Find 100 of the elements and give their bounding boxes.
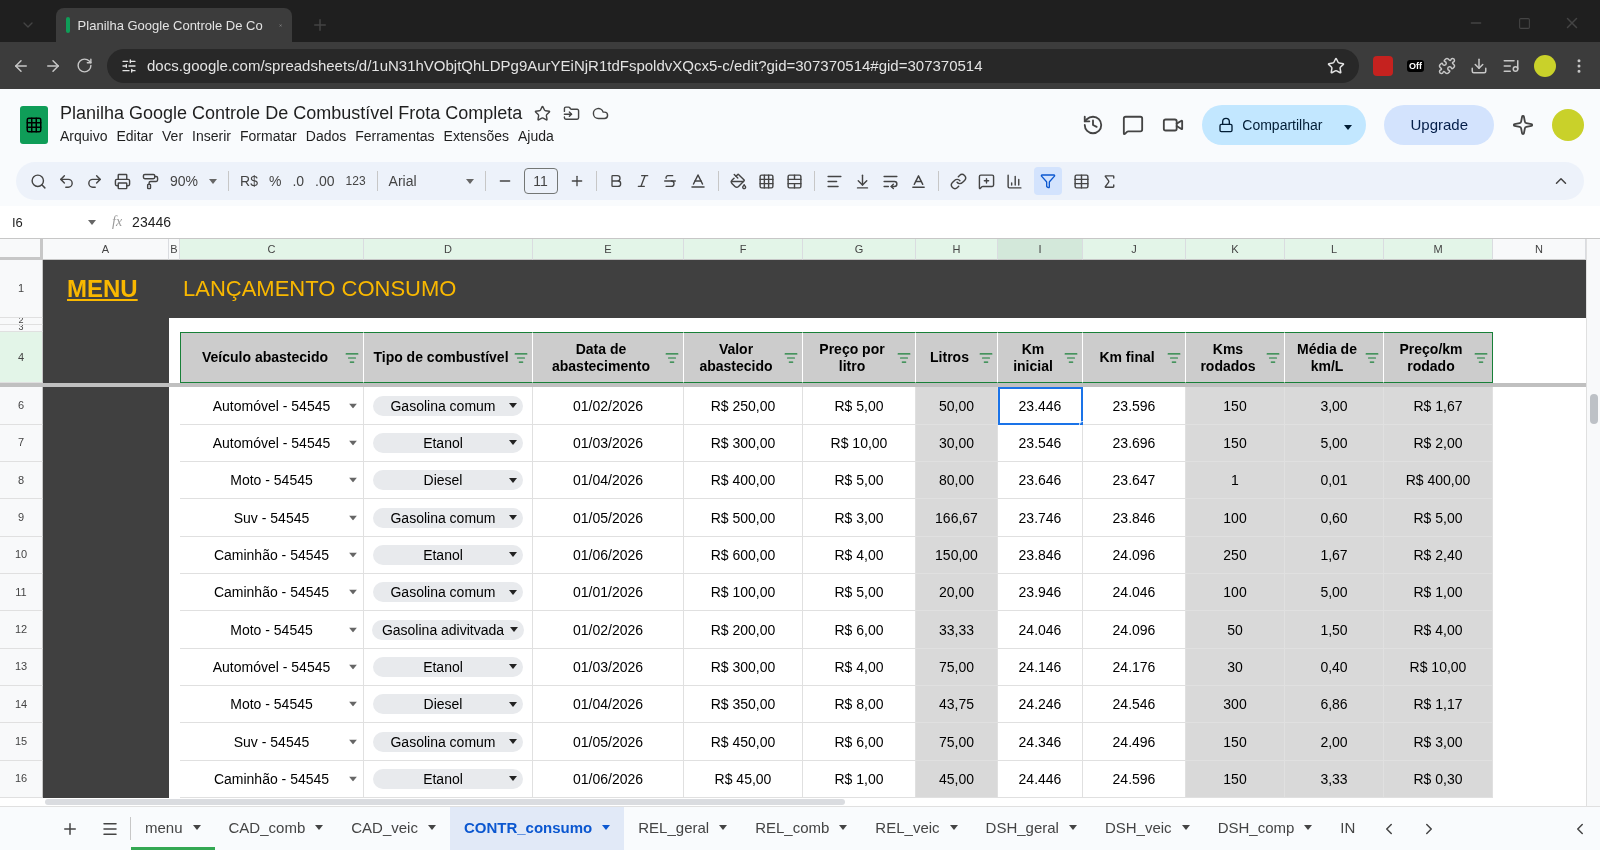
borders-icon[interactable]	[757, 172, 775, 190]
font-select[interactable]: Arial	[388, 173, 455, 189]
column-header[interactable]: C	[180, 239, 364, 260]
dropdown-cell[interactable]: Automóvel - 54545	[180, 424, 364, 463]
dropdown-cell[interactable]: Suv - 54545	[180, 723, 364, 761]
text-color-icon[interactable]	[688, 172, 707, 190]
dropdown-chip[interactable]: Etanol	[373, 432, 523, 453]
menu-item[interactable]: Editar	[116, 126, 161, 146]
dropdown-cell[interactable]: Automóvel - 54545	[180, 387, 364, 425]
strikethrough-icon[interactable]	[661, 173, 678, 189]
reload-icon[interactable]	[76, 57, 93, 74]
history-icon[interactable]	[1082, 113, 1105, 136]
dropdown-caret-icon[interactable]	[349, 739, 357, 744]
extension-badge[interactable]: Off	[1407, 59, 1424, 72]
dropdown-caret-icon[interactable]	[1181, 824, 1190, 830]
row-number[interactable]: 6	[0, 387, 43, 425]
scrollbar-thumb[interactable]	[1590, 394, 1598, 424]
cloud-icon[interactable]	[592, 105, 610, 122]
dropdown-caret-icon[interactable]	[349, 477, 357, 483]
dropdown-caret-icon[interactable]	[1344, 124, 1353, 130]
dropdown-cell[interactable]: Automóvel - 54545	[180, 648, 364, 686]
percent-format-button[interactable]: %	[268, 173, 282, 189]
sheet-tab[interactable]: menu	[131, 807, 215, 850]
column-header[interactable]: K	[1186, 239, 1285, 260]
row-number[interactable]: 16	[0, 760, 43, 798]
decrease-decimal-button[interactable]: .0	[292, 173, 305, 189]
row-number[interactable]: 10	[0, 536, 43, 575]
sheet-tab[interactable]: REL_veic	[861, 807, 972, 850]
row-number[interactable]: 15	[0, 723, 43, 761]
star-icon[interactable]	[534, 105, 552, 122]
dropdown-caret-icon[interactable]	[349, 627, 357, 632]
menu-item[interactable]: Inserir	[192, 126, 238, 146]
dropdown-chip[interactable]: Gasolina comum	[373, 507, 523, 528]
dropdown-caret-icon[interactable]	[839, 824, 848, 830]
sheet-tab[interactable]: DSH_veic	[1090, 807, 1204, 850]
bookmark-star-icon[interactable]	[1327, 56, 1345, 75]
dropdown-caret-icon[interactable]	[88, 219, 96, 225]
dropdown-caret-icon[interactable]	[315, 824, 324, 830]
column-header[interactable]: I	[998, 239, 1083, 260]
row-number[interactable]: 3	[0, 324, 43, 332]
undo-icon[interactable]	[58, 172, 75, 190]
dropdown-chip[interactable]: Gasolina comum	[373, 395, 523, 416]
dropdown-caret-icon[interactable]	[509, 440, 517, 446]
dropdown-chip[interactable]: Etanol	[373, 656, 523, 677]
filter-button[interactable]	[1033, 167, 1062, 195]
table-icon[interactable]	[1072, 172, 1090, 190]
share-button[interactable]: Compartilhar	[1202, 104, 1367, 145]
column-header[interactable]: G	[803, 239, 916, 260]
dropdown-chip[interactable]: Etanol	[373, 768, 523, 789]
sheet-tab[interactable]: CONTR_consumo	[449, 807, 625, 850]
paint-format-icon[interactable]	[142, 172, 159, 190]
site-settings-icon[interactable]	[121, 57, 137, 74]
dropdown-cell[interactable]: Moto - 54545	[180, 686, 364, 724]
column-header[interactable]: F	[684, 239, 803, 260]
dropdown-chip[interactable]: Diesel	[373, 694, 523, 715]
move-folder-icon[interactable]	[563, 105, 581, 122]
sheet-tab[interactable]: DSH_geral	[971, 807, 1091, 850]
dropdown-caret-icon[interactable]	[349, 589, 357, 595]
menu-item[interactable]: Dados	[305, 126, 354, 146]
dropdown-caret-icon[interactable]	[349, 701, 357, 707]
menu-item[interactable]: Ferramentas	[355, 126, 442, 146]
row-number[interactable]: 8	[0, 462, 43, 500]
dropdown-chip[interactable]: Diesel	[373, 470, 523, 491]
row-number[interactable]: 14	[0, 686, 43, 724]
document-title[interactable]: Planilha Google Controle De Combustível Frota Completa	[60, 103, 523, 124]
dropdown-caret-icon[interactable]	[509, 776, 517, 782]
dropdown-chip[interactable]: Gasolina comum	[373, 582, 523, 603]
sheet-tab[interactable]: CAD_comb	[214, 807, 338, 850]
column-header[interactable]: B	[169, 239, 180, 260]
dropdown-cell[interactable]: Moto - 54545	[180, 462, 364, 500]
row-number[interactable]: 2	[0, 317, 43, 325]
redo-icon[interactable]	[86, 172, 103, 190]
menu-item[interactable]: Ver	[162, 126, 191, 146]
dropdown-cell[interactable]: Caminhão - 54545	[180, 760, 364, 798]
zoom-select[interactable]: 90%	[170, 173, 199, 189]
dropdown-cell[interactable]: Moto - 54545	[180, 611, 364, 649]
download-icon[interactable]	[1470, 56, 1488, 75]
row-number[interactable]: 1	[0, 259, 43, 318]
chart-icon[interactable]	[1005, 172, 1023, 190]
dropdown-caret-icon[interactable]	[1068, 824, 1077, 830]
dropdown-caret-icon[interactable]	[509, 589, 517, 595]
dropdown-caret-icon[interactable]	[349, 403, 357, 409]
row-number[interactable]: 9	[0, 499, 43, 537]
merge-cells-icon[interactable]	[785, 172, 803, 190]
dropdown-caret-icon[interactable]	[510, 627, 519, 632]
dropdown-caret-icon[interactable]	[349, 440, 357, 446]
sheet-tab[interactable]: CAD_veic	[337, 807, 450, 850]
menu-link[interactable]: MENU	[67, 274, 138, 303]
dropdown-caret-icon[interactable]	[349, 776, 357, 782]
dropdown-caret-icon[interactable]	[427, 824, 436, 830]
sheets-logo-icon[interactable]	[20, 105, 48, 144]
dropdown-caret-icon[interactable]	[509, 552, 517, 558]
dropdown-caret-icon[interactable]	[349, 515, 357, 521]
row-number[interactable]: 7	[0, 424, 43, 463]
font-size-field[interactable]: 11	[523, 168, 558, 194]
column-header[interactable]: D	[364, 239, 533, 260]
currency-format-button[interactable]: R$	[240, 173, 258, 189]
text-rotation-icon[interactable]	[909, 172, 927, 190]
row-number[interactable]: 4	[0, 331, 43, 384]
dropdown-caret-icon[interactable]	[509, 701, 517, 707]
